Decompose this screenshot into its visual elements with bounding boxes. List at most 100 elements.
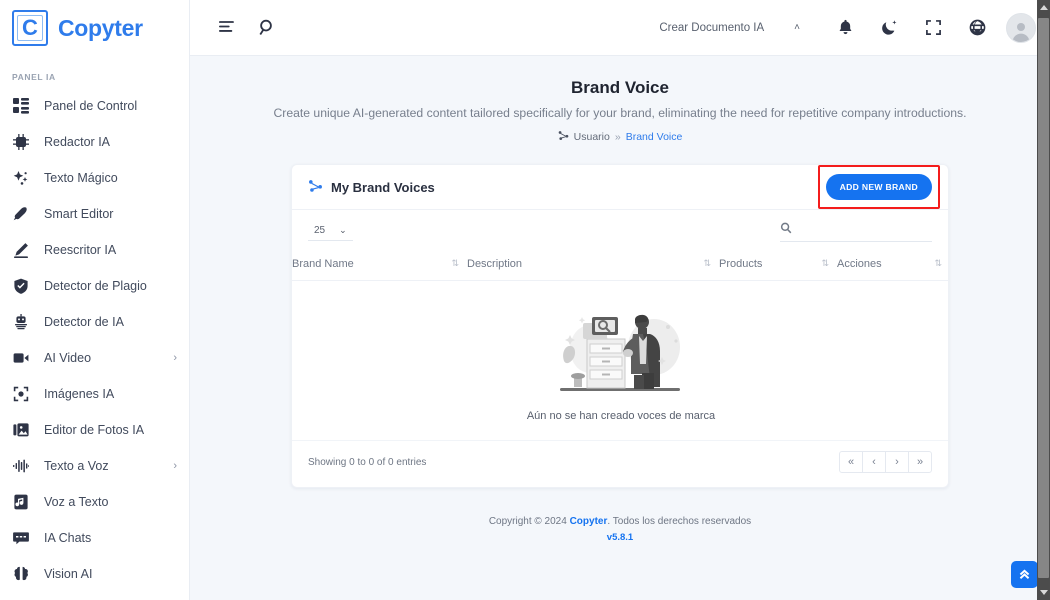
column-label: Description — [467, 258, 523, 270]
chat-icon — [12, 529, 30, 547]
sort-icon[interactable]: ⇅ — [821, 258, 828, 269]
sidebar-item-ia-chats[interactable]: IA Chats — [0, 520, 189, 556]
sidebar-section-label: PANEL IA — [12, 72, 56, 82]
ai-chip-icon — [12, 133, 30, 151]
version-label: v5.8.1 — [606, 532, 634, 543]
sidebar-item-texto-magico[interactable]: Texto Mágico — [0, 160, 189, 196]
scrollbar-up-arrow-icon[interactable] — [1037, 0, 1050, 15]
column-acciones[interactable]: Acciones ⇅ — [837, 246, 950, 281]
table-footer: Showing 0 to 0 of 0 entries « ‹ › » — [292, 440, 948, 487]
video-icon — [12, 349, 30, 367]
page-title: Brand Voice — [571, 78, 669, 97]
pager-last[interactable]: » — [908, 451, 932, 473]
robot-icon — [12, 313, 30, 331]
image-frame-icon — [12, 385, 30, 403]
person-searching-files-illustration — [546, 305, 696, 400]
column-brand-name[interactable]: Brand Name ⇅ — [292, 246, 467, 281]
scrollbar-down-arrow-icon[interactable] — [1037, 585, 1050, 600]
photo-editor-icon — [12, 421, 30, 439]
shield-icon — [12, 277, 30, 295]
add-new-brand-wrapper: ADD NEW BRAND — [817, 165, 940, 209]
avatar[interactable] — [1006, 12, 1036, 43]
sidebar-item-vision-ai[interactable]: Vision AI — [0, 556, 189, 592]
chevron-right-icon: › — [173, 460, 177, 472]
pager-next[interactable]: › — [885, 451, 909, 473]
brand-name: Copyter — [58, 14, 143, 41]
pen-icon — [12, 205, 30, 223]
sidebar-item-redactor-ia[interactable]: Redactor IA — [0, 124, 189, 160]
create-document-link[interactable]: Crear Documento IA — [659, 22, 764, 34]
sort-icon[interactable]: ⇅ — [934, 258, 941, 269]
empty-state: Aún no se han creado voces de marca — [292, 281, 950, 440]
pencil-icon — [12, 241, 30, 259]
sidebar-item-label: Reescritor IA — [44, 243, 117, 257]
brain-icon — [12, 565, 30, 583]
card-title: My Brand Voices — [308, 178, 435, 196]
breadcrumb: Usuario » Brand Voice — [210, 130, 1030, 144]
sidebar-item-label: Imágenes IA — [44, 387, 115, 401]
moon-icon[interactable] — [874, 13, 904, 43]
brand-voice-icon — [308, 178, 323, 196]
brand-logo-area[interactable]: C Copyter — [0, 0, 189, 56]
pagination: « ‹ › » — [839, 451, 932, 473]
table-search[interactable] — [780, 222, 932, 242]
fullscreen-icon[interactable] — [918, 13, 948, 43]
breadcrumb-current[interactable]: Brand Voice — [626, 131, 683, 143]
sidebar-item-panel-de-control[interactable]: Panel de Control — [0, 88, 189, 124]
table-toolbar: 25 ⌄ — [292, 210, 948, 246]
page-length-value: 25 — [314, 225, 326, 236]
search-input[interactable] — [799, 223, 932, 236]
sidebar-item-label: Redactor IA — [44, 135, 111, 149]
topbar: Crear Documento IA ˄ — [190, 0, 1050, 56]
brand-voices-table: Brand Name ⇅ Description ⇅ Products ⇅ Ac… — [292, 246, 950, 440]
sidebar-item-ai-video[interactable]: AI Video › — [0, 340, 189, 376]
audio-file-icon — [12, 493, 30, 511]
chevron-up-icon[interactable]: ˄ — [782, 22, 816, 33]
search-icon — [780, 222, 792, 237]
sidebar-item-label: Smart Editor — [44, 207, 114, 221]
column-description[interactable]: Description ⇅ — [467, 246, 719, 281]
empty-state-message: Aún no se han creado voces de marca — [526, 410, 716, 422]
add-new-brand-button[interactable]: ADD NEW BRAND — [825, 174, 932, 200]
sidebar-item-label: Editor de Fotos IA — [44, 423, 145, 437]
page-header: Brand Voice Create unique AI-generated c… — [190, 56, 1050, 144]
sidebar-item-label: Detector de IA — [44, 315, 124, 329]
sparkles-icon — [12, 169, 30, 187]
column-products[interactable]: Products ⇅ — [719, 246, 837, 281]
breadcrumb-separator: » — [614, 131, 621, 143]
topbar-actions: Crear Documento IA ˄ — [659, 12, 1036, 43]
search-icon[interactable] — [252, 13, 282, 43]
pager-first[interactable]: « — [839, 451, 863, 473]
app-root: C Copyter PANEL IA Panel de Control Reda… — [0, 0, 1050, 600]
sidebar-item-label: IA Chats — [44, 531, 92, 545]
column-label: Acciones — [837, 258, 882, 270]
pager-prev[interactable]: ‹ — [862, 451, 886, 473]
sidebar-item-label: Texto a Voz — [44, 459, 109, 473]
scroll-to-top-button[interactable] — [1011, 561, 1038, 588]
empty-state-row: Aún no se han creado voces de marca — [292, 281, 950, 441]
sidebar-item-detector-de-plagio[interactable]: Detector de Plagio — [0, 268, 189, 304]
sidebar-item-voz-a-texto[interactable]: Voz a Texto — [0, 484, 189, 520]
scrollbar-thumb[interactable] — [1038, 18, 1049, 578]
hamburger-align-icon[interactable] — [212, 13, 242, 43]
browser-scrollbar[interactable] — [1037, 0, 1050, 600]
sidebar-item-label: Panel de Control — [44, 99, 138, 113]
page-subtitle: Create unique AI-generated content tailo… — [273, 106, 967, 120]
sidebar-item-smart-editor[interactable]: Smart Editor — [0, 196, 189, 232]
sidebar-item-imagenes-ia[interactable]: Imágenes IA — [0, 376, 189, 412]
sidebar-item-reescritor-ia[interactable]: Reescritor IA — [0, 232, 189, 268]
chevron-right-icon: › — [173, 352, 177, 364]
sidebar-item-detector-de-ia[interactable]: Detector de IA — [0, 304, 189, 340]
sort-icon[interactable]: ⇅ — [703, 258, 710, 269]
copyter-logo-icon: C — [12, 10, 48, 46]
page-length-select[interactable]: 25 ⌄ — [308, 223, 353, 241]
bell-icon[interactable] — [830, 13, 860, 43]
card-title-text: My Brand Voices — [331, 179, 435, 195]
sidebar-item-texto-a-voz[interactable]: Texto a Voz › — [0, 448, 189, 484]
globe-icon[interactable] — [962, 13, 992, 43]
copyright-text: Copyright © 2024 Copyter. Todos los dere… — [190, 516, 1050, 527]
empty-state-cell: Aún no se han creado voces de marca — [292, 281, 950, 441]
breadcrumb-root[interactable]: Usuario — [574, 131, 610, 143]
sort-icon[interactable]: ⇅ — [451, 258, 458, 269]
sidebar-item-editor-de-fotos-ia[interactable]: Editor de Fotos IA — [0, 412, 189, 448]
